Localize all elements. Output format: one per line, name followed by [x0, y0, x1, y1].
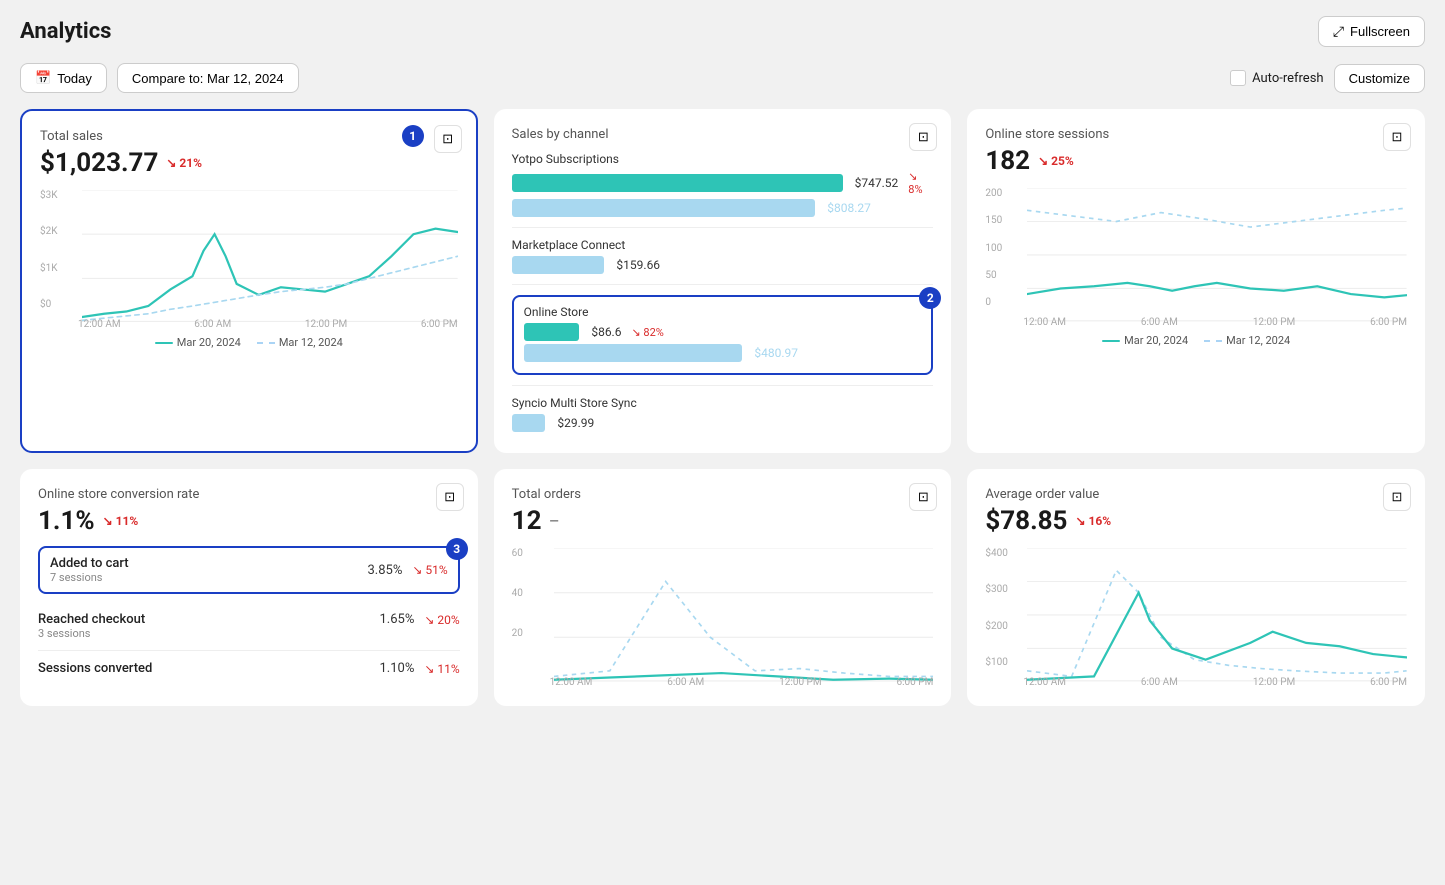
sessions-value: 182 ↘ 25% [985, 146, 1407, 176]
channel-syncio: Syncio Multi Store Sync $29.99 [512, 396, 934, 432]
channel-online-store-box: 2 Online Store $86.6 ↘ 82% $480.97 [512, 295, 934, 375]
total-sales-card: ⊡ Total sales $1,023.77 ↘ 21% 1 $3K $2K … [20, 109, 478, 453]
total-orders-card: ⊡ Total orders 12 — 60 40 20 [494, 469, 952, 706]
sessions-icon-btn[interactable]: ⊡ [1383, 123, 1411, 151]
channel-yotpo: Yotpo Subscriptions $747.52 ↘ 8% $808.27 [512, 152, 934, 217]
orders-icon-btn[interactable]: ⊡ [909, 483, 937, 511]
orders-chart-inner [554, 548, 934, 670]
channel-divider-3 [512, 385, 934, 386]
total-sales-y-labels: $3K $2K $1K $0 [40, 190, 78, 310]
legend-line-dotted [257, 342, 275, 344]
customize-label: Customize [1349, 71, 1410, 86]
toolbar-right: Auto-refresh Customize [1230, 64, 1425, 93]
auto-refresh-toggle[interactable]: Auto-refresh [1230, 70, 1323, 86]
total-sales-value: $1,023.77 ↘ 21% [40, 148, 458, 178]
orders-sparkline [554, 548, 934, 682]
avg-order-icon-btn[interactable]: ⊡ [1383, 483, 1411, 511]
avg-order-badge: ↘ 16% [1075, 514, 1111, 528]
page-title: Analytics [20, 19, 111, 44]
fullscreen-label: Fullscreen [1350, 24, 1410, 39]
sales-by-channel-card: ⊡ Sales by channel Yotpo Subscriptions $… [494, 109, 952, 453]
total-sales-chart: $3K $2K $1K $0 [40, 190, 458, 330]
avg-order-value-card: ⊡ Average order value $78.85 ↘ 16% $400 … [967, 469, 1425, 706]
sales-channel-icon-btn[interactable]: ⊡ [909, 123, 937, 151]
yotpo-bar-2 [512, 199, 816, 217]
added-to-cart-row: 3 Added to cart 7 sessions 3.85% ↘ 51% [38, 546, 460, 594]
marketplace-bar [512, 256, 605, 274]
legend-line-solid [155, 342, 173, 344]
online-bar-2 [524, 344, 743, 362]
conversion-badge: ↘ 11% [103, 514, 139, 528]
sessions-converted-row: Sessions converted 1.10% ↘ 11% [38, 651, 460, 686]
orders-value: 12 — [512, 506, 934, 536]
conversion-value: 1.1% ↘ 11% [38, 506, 460, 536]
sales-channel-label: Sales by channel [512, 127, 934, 142]
sessions-y-labels: 200 150 100 50 0 [985, 188, 1023, 308]
online-bar-1 [524, 323, 580, 341]
sessions-legend: Mar 20, 2024 Mar 12, 2024 [985, 334, 1407, 347]
fullscreen-button[interactable]: ⤢ Fullscreen [1318, 16, 1425, 47]
compare-button[interactable]: Compare to: Mar 12, 2024 [117, 63, 299, 93]
avg-order-chart-inner [1027, 548, 1407, 670]
sessions-badge: ↘ 25% [1038, 154, 1074, 168]
avg-order-chart: $400 $300 $200 $100 [985, 548, 1407, 688]
total-sales-icon-btn[interactable]: ⊡ [434, 125, 462, 153]
orders-chart: 60 40 20 [512, 548, 934, 688]
calendar-icon: 📅 [35, 70, 51, 86]
auto-refresh-label: Auto-refresh [1252, 71, 1323, 86]
added-cart-label: Added to cart [50, 556, 129, 571]
sessions-sparkline [1027, 188, 1407, 322]
total-sales-label: Total sales [40, 129, 458, 144]
orders-badge: — [550, 514, 559, 528]
avg-order-sparkline [1027, 548, 1407, 682]
total-sales-badge: ↘ 21% [166, 156, 202, 170]
annotation-2: 2 [919, 287, 941, 309]
total-sales-x-labels: 12:00 AM 6:00 AM 12:00 PM 6:00 PM [78, 319, 458, 330]
conversion-rate-card: ⊡ Online store conversion rate 1.1% ↘ 11… [20, 469, 478, 706]
customize-button[interactable]: Customize [1334, 64, 1425, 93]
today-label: Today [57, 71, 92, 86]
total-sales-chart-inner [82, 190, 458, 312]
online-sessions-card: ⊡ Online store sessions 182 ↘ 25% 200 15… [967, 109, 1425, 453]
added-cart-pct: 3.85% [367, 563, 402, 578]
reached-checkout-row: Reached checkout 3 sessions 1.65% ↘ 20% [38, 602, 460, 651]
conversion-icon-btn[interactable]: ⊡ [436, 483, 464, 511]
orders-x-labels: 12:00 AM 6:00 AM 12:00 PM 6:00 PM [550, 677, 934, 688]
orders-label: Total orders [512, 487, 934, 502]
total-sales-legend: Mar 20, 2024 Mar 12, 2024 [40, 336, 458, 349]
orders-y-labels: 60 40 20 [512, 548, 550, 668]
page-header: Analytics ⤢ Fullscreen [20, 16, 1425, 47]
yotpo-bar-1 [512, 174, 843, 192]
avg-order-value: $78.85 ↘ 16% [985, 506, 1407, 536]
channel-divider-2 [512, 284, 934, 285]
sessions-label: Online store sessions [985, 127, 1407, 142]
fullscreen-icon: ⤢ [1333, 23, 1344, 40]
syncio-bar [512, 414, 546, 432]
sessions-x-labels: 12:00 AM 6:00 AM 12:00 PM 6:00 PM [1023, 317, 1407, 328]
toolbar-left: 📅 Today Compare to: Mar 12, 2024 [20, 63, 299, 93]
channel-divider-1 [512, 227, 934, 228]
dashboard-grid: ⊡ Total sales $1,023.77 ↘ 21% 1 $3K $2K … [20, 109, 1425, 706]
compare-label: Compare to: Mar 12, 2024 [132, 71, 284, 86]
annotation-3: 3 [446, 538, 468, 560]
total-sales-sparkline [82, 190, 458, 323]
sessions-chart: 200 150 100 50 0 [985, 188, 1407, 328]
added-cart-badge: ↘ 51% [412, 563, 447, 577]
annotation-1: 1 [402, 125, 424, 147]
sessions-chart-inner [1027, 188, 1407, 310]
avg-order-y-labels: $400 $300 $200 $100 [985, 548, 1023, 668]
avg-order-x-labels: 12:00 AM 6:00 AM 12:00 PM 6:00 PM [1023, 677, 1407, 688]
today-button[interactable]: 📅 Today [20, 63, 107, 93]
added-cart-sub: 7 sessions [50, 571, 129, 584]
toolbar: 📅 Today Compare to: Mar 12, 2024 Auto-re… [20, 63, 1425, 93]
channel-marketplace: Marketplace Connect $159.66 [512, 238, 934, 274]
avg-order-label: Average order value [985, 487, 1407, 502]
conversion-label: Online store conversion rate [38, 487, 460, 502]
auto-refresh-checkbox[interactable] [1230, 70, 1246, 86]
conversion-rows: 3 Added to cart 7 sessions 3.85% ↘ 51% [38, 546, 460, 686]
